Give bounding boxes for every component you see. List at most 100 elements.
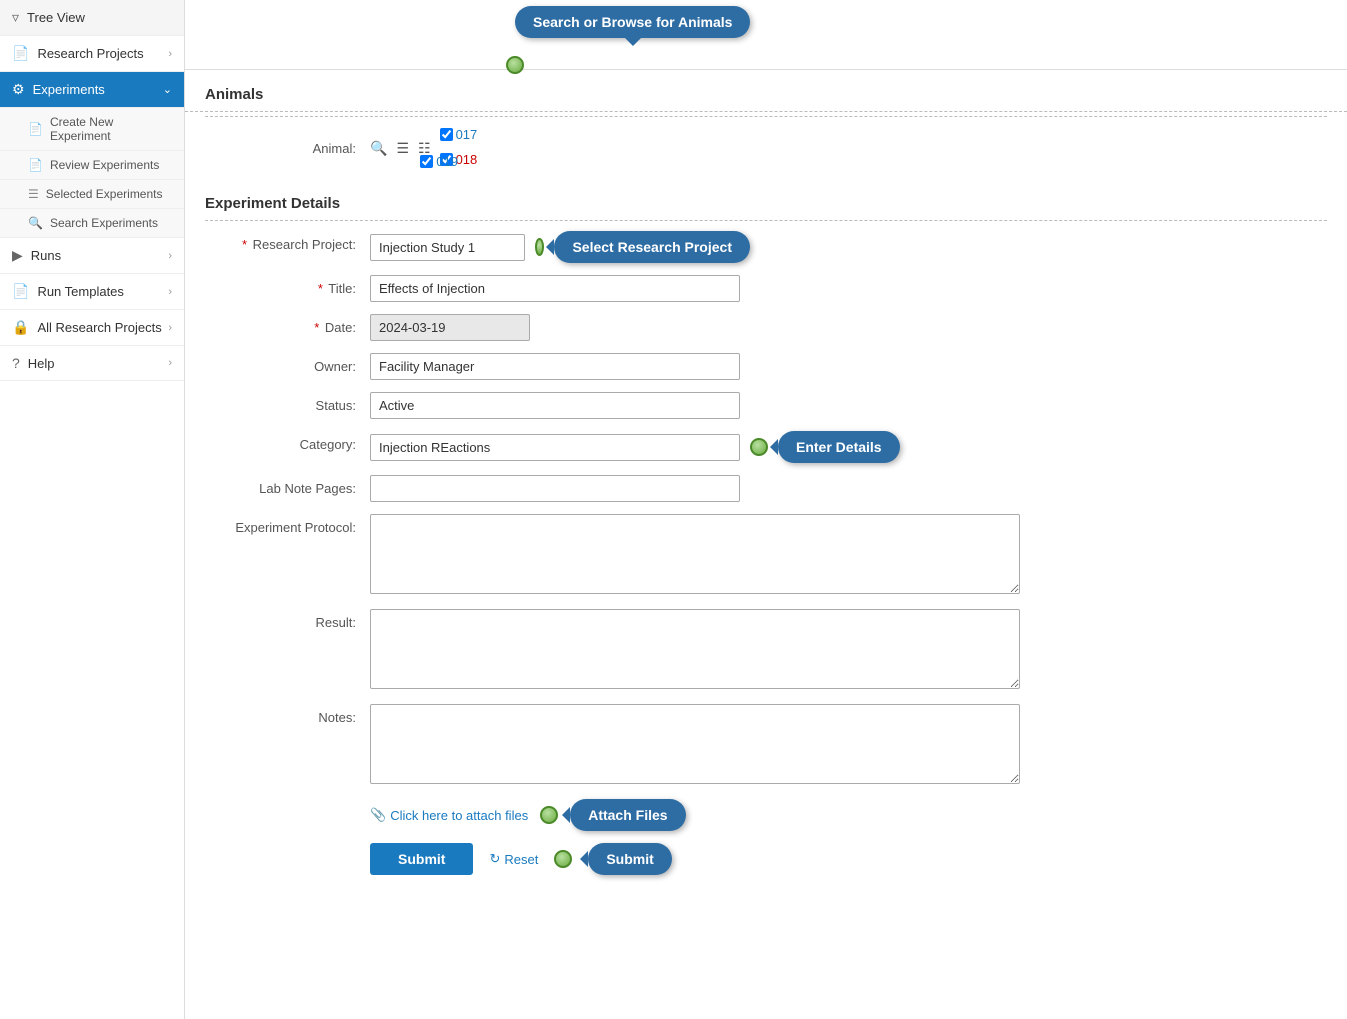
owner-input[interactable]: [370, 353, 740, 380]
select-research-project-bubble[interactable]: Select Research Project: [554, 231, 750, 263]
title-label: Title:: [205, 275, 370, 296]
search-browse-connector: [506, 56, 524, 74]
title-field: [370, 275, 750, 302]
animal-row: Animal: 🔍 ☰ ☷ 017 018: [185, 117, 1347, 179]
lab-note-input[interactable]: [370, 475, 740, 502]
search-icon: 🔍: [28, 216, 43, 230]
help-icon: ?: [12, 355, 20, 371]
reset-link[interactable]: ↻ Reset: [489, 851, 538, 867]
chevron-right-icon-help: ›: [168, 357, 172, 369]
lab-note-label: Lab Note Pages:: [205, 475, 370, 496]
sidebar-item-create-experiment[interactable]: 📄 Create New Experiment: [0, 108, 184, 151]
animals-section: Animals Animal: 🔍 ☰ ☷ 017 018: [185, 70, 1347, 179]
submit-bubble[interactable]: Submit: [588, 843, 671, 875]
notes-textarea[interactable]: [370, 704, 1020, 784]
search-browse-bubble[interactable]: Search or Browse for Animals: [515, 6, 750, 38]
run-templates-icon: 📄: [12, 283, 29, 300]
lab-note-row: Lab Note Pages:: [205, 475, 1327, 502]
animal-017-check[interactable]: 017: [440, 127, 478, 142]
date-row: Date:: [205, 314, 1327, 341]
result-field: [370, 609, 1020, 692]
status-row: Status:: [205, 392, 1327, 419]
category-input[interactable]: [370, 434, 740, 461]
chevron-down-icon: ⌄: [163, 83, 172, 96]
result-textarea[interactable]: [370, 609, 1020, 689]
sidebar-item-experiments[interactable]: ⚙ Experiments ⌄: [0, 72, 184, 108]
lab-note-field: [370, 475, 750, 502]
date-label: Date:: [205, 314, 370, 335]
sidebar-item-all-research-projects[interactable]: 🔒 All Research Projects ›: [0, 310, 184, 346]
attach-files-link[interactable]: 📎 Click here to attach files: [370, 807, 528, 823]
list-animals-icon[interactable]: ☰: [396, 140, 409, 157]
research-project-field: Select Research Project: [370, 231, 750, 263]
chevron-right-icon-runs: ›: [168, 250, 172, 262]
reset-icon: ↻: [489, 851, 500, 867]
protocol-field: [370, 514, 1020, 597]
animal-019-check[interactable]: 019: [420, 154, 458, 169]
sidebar-item-research-projects[interactable]: 📄 Research Projects ›: [0, 36, 184, 72]
date-input[interactable]: [370, 314, 530, 341]
category-field: Enter Details: [370, 431, 970, 463]
animal-label: Animal:: [205, 141, 370, 156]
title-input[interactable]: [370, 275, 740, 302]
animal-017-checkbox[interactable]: [440, 128, 453, 141]
selected-icon: ☰: [28, 187, 39, 201]
paperclip-icon: 📎: [370, 807, 386, 823]
sidebar-item-tree-view[interactable]: ▿ Tree View: [0, 0, 184, 36]
sidebar: ▿ Tree View 📄 Research Projects › ⚙ Expe…: [0, 0, 185, 1019]
protocol-label: Experiment Protocol:: [205, 514, 370, 535]
notes-label: Notes:: [205, 704, 370, 725]
animals-header: Animals: [185, 70, 1347, 112]
submit-button[interactable]: Submit: [370, 843, 473, 875]
review-icon: 📄: [28, 158, 43, 172]
search-animals-icon[interactable]: 🔍: [370, 140, 387, 157]
sidebar-item-selected-experiments[interactable]: ☰ Selected Experiments: [0, 180, 184, 209]
runs-icon: ▶: [12, 247, 23, 264]
attach-files-row: 📎 Click here to attach files Attach File…: [205, 799, 1327, 831]
document-icon: 📄: [28, 122, 43, 136]
submit-connector: [554, 850, 572, 868]
submit-area: Submit ↻ Reset Submit: [370, 843, 672, 875]
research-project-label: Research Project:: [205, 231, 370, 252]
status-input[interactable]: [370, 392, 740, 419]
status-label: Status:: [205, 392, 370, 413]
result-row: Result:: [205, 609, 1327, 692]
category-row: Category: Enter Details: [205, 431, 1327, 463]
tree-view-icon: ▿: [12, 9, 19, 26]
submit-row: Submit ↻ Reset Submit: [205, 843, 1327, 875]
animal-controls: 🔍 ☰ ☷ 017 018 019: [370, 127, 504, 169]
experiments-submenu: 📄 Create New Experiment 📄 Review Experim…: [0, 108, 184, 238]
submit-spacer: [205, 843, 370, 849]
animal-019-checkbox[interactable]: [420, 155, 433, 168]
notes-row: Notes:: [205, 704, 1327, 787]
sidebar-item-runs[interactable]: ▶ Runs ›: [0, 238, 184, 274]
chevron-right-icon-templates: ›: [168, 286, 172, 298]
research-project-input[interactable]: [370, 234, 525, 261]
main-content: Search or Browse for Animals Animals Ani…: [185, 0, 1347, 1019]
title-row: Title:: [205, 275, 1327, 302]
sidebar-item-search-experiments[interactable]: 🔍 Search Experiments: [0, 209, 184, 238]
all-projects-icon: 🔒: [12, 319, 29, 336]
top-area: Search or Browse for Animals: [185, 0, 1347, 70]
research-project-row: Research Project: Select Research Projec…: [205, 231, 1327, 263]
sidebar-item-run-templates[interactable]: 📄 Run Templates ›: [0, 274, 184, 310]
experiment-details-section: Experiment Details Research Project: Sel…: [185, 179, 1347, 897]
owner-row: Owner:: [205, 353, 1327, 380]
sidebar-item-review-experiments[interactable]: 📄 Review Experiments: [0, 151, 184, 180]
experiment-details-header: Experiment Details: [185, 179, 1347, 220]
chevron-right-icon: ›: [168, 48, 172, 60]
owner-field: [370, 353, 750, 380]
attach-files-area: 📎 Click here to attach files Attach File…: [370, 799, 686, 831]
chevron-right-icon-projects: ›: [168, 322, 172, 334]
sidebar-item-help[interactable]: ? Help ›: [0, 346, 184, 381]
attach-files-bubble[interactable]: Attach Files: [570, 799, 685, 831]
date-field: [370, 314, 750, 341]
notes-field: [370, 704, 1020, 787]
form-area: Research Project: Select Research Projec…: [185, 221, 1347, 897]
result-label: Result:: [205, 609, 370, 630]
attach-files-spacer: [205, 799, 370, 805]
protocol-textarea[interactable]: [370, 514, 1020, 594]
experiments-icon: ⚙: [12, 81, 25, 98]
research-projects-icon: 📄: [12, 45, 29, 62]
enter-details-bubble[interactable]: Enter Details: [778, 431, 900, 463]
